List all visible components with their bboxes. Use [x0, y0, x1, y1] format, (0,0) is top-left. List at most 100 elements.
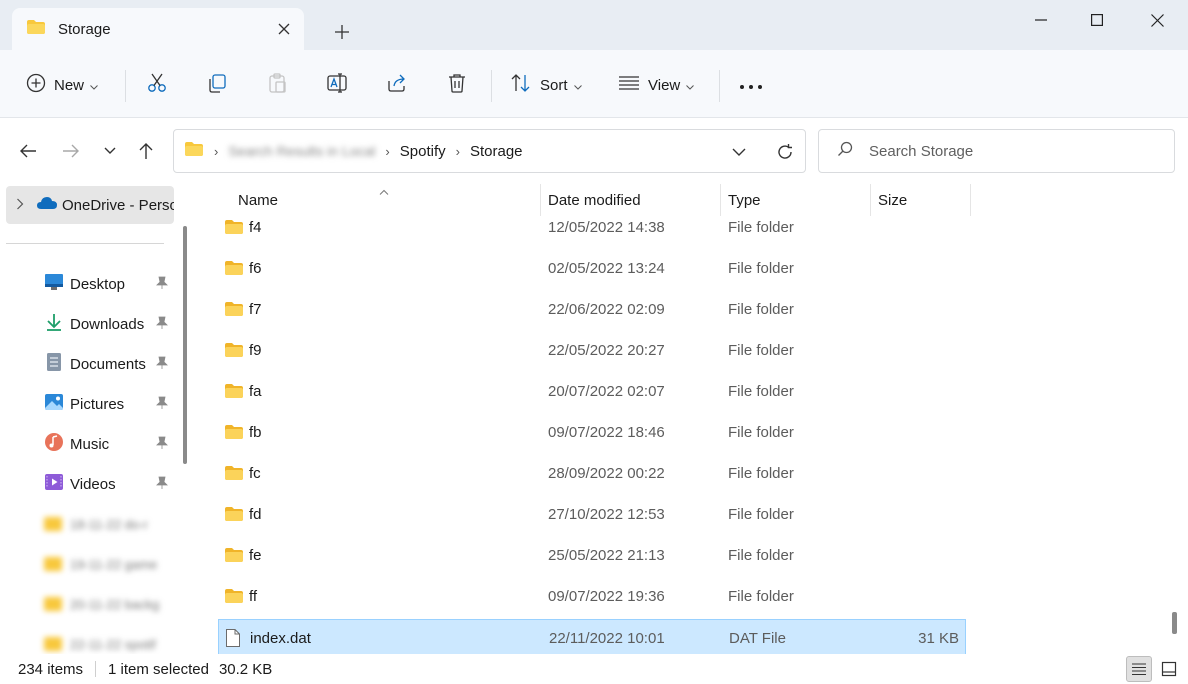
- folder-icon: [224, 455, 244, 491]
- file-date-modified: 20/07/2022 02:07: [548, 382, 665, 400]
- folder-icon: [44, 517, 62, 531]
- file-row[interactable]: index.dat 22/11/2022 10:01 DAT File 31 KB: [218, 619, 966, 654]
- search-field[interactable]: Search Storage: [818, 129, 1175, 173]
- more-options-button[interactable]: [739, 70, 763, 100]
- maximize-icon[interactable]: [1074, 6, 1120, 34]
- copy-button[interactable]: [206, 70, 228, 100]
- breadcrumb-hidden[interactable]: Search Results in Local: [228, 143, 375, 159]
- file-type: File folder: [728, 505, 794, 523]
- tiles-view-icon[interactable]: [1156, 656, 1182, 682]
- file-date-modified: 02/05/2022 13:24: [548, 259, 665, 277]
- rename-button[interactable]: [326, 70, 348, 100]
- sidebar-item-pictures[interactable]: Pictures: [0, 386, 176, 422]
- pin-icon[interactable]: [156, 356, 168, 374]
- pin-icon[interactable]: [156, 316, 168, 334]
- sidebar-item-downloads[interactable]: Downloads: [0, 306, 176, 342]
- file-type: File folder: [728, 259, 794, 277]
- file-row[interactable]: fa 20/07/2022 02:07 File folder: [218, 373, 966, 409]
- up-arrow-icon[interactable]: [132, 138, 160, 164]
- delete-button[interactable]: [446, 70, 468, 100]
- breadcrumb-spotify[interactable]: Spotify: [400, 143, 446, 160]
- file-row[interactable]: f7 22/06/2022 02:09 File folder: [218, 291, 966, 327]
- sidebar-item-onedrive[interactable]: OneDrive - Perso: [6, 186, 174, 224]
- new-tab-icon[interactable]: [330, 20, 354, 44]
- rename-icon: [326, 72, 348, 98]
- file-row[interactable]: fc 28/09/2022 00:22 File folder: [218, 455, 966, 491]
- picture-icon: [44, 392, 64, 416]
- view-button[interactable]: View: [618, 70, 695, 100]
- desktop-icon: [44, 273, 64, 295]
- file-name: fa: [249, 382, 262, 400]
- sidebar-item-hidden[interactable]: 22-11-22 spotif: [44, 634, 174, 654]
- file-row[interactable]: ff 09/07/2022 19:36 File folder: [218, 578, 966, 614]
- pin-icon[interactable]: [156, 476, 168, 494]
- forward-arrow-icon[interactable]: [57, 138, 85, 164]
- breadcrumb-separator-icon: ›: [385, 143, 390, 159]
- pin-icon[interactable]: [156, 276, 168, 294]
- details-view-icon[interactable]: [1126, 656, 1152, 682]
- plus-circle-icon: [26, 73, 46, 97]
- address-dropdown-icon[interactable]: [727, 140, 751, 164]
- column-divider[interactable]: [970, 184, 971, 216]
- pin-icon[interactable]: [156, 436, 168, 454]
- folder-icon: [224, 373, 244, 409]
- video-icon: [44, 472, 64, 496]
- breadcrumb-storage[interactable]: Storage: [470, 143, 523, 160]
- sidebar-item-desktop[interactable]: Desktop: [0, 266, 176, 302]
- paste-button[interactable]: [266, 70, 288, 100]
- folder-icon: [224, 332, 244, 368]
- share-icon: [386, 72, 408, 98]
- sidebar-item-hidden[interactable]: 19-11-22 game: [44, 554, 174, 574]
- file-list-scrollbar[interactable]: [1172, 612, 1177, 634]
- file-row[interactable]: fd 27/10/2022 12:53 File folder: [218, 496, 966, 532]
- new-button[interactable]: New: [26, 70, 98, 100]
- folder-icon: [44, 637, 62, 651]
- more-icon: [739, 77, 763, 94]
- sidebar-item-videos[interactable]: Videos: [0, 466, 176, 502]
- divider: [719, 70, 720, 102]
- cut-button[interactable]: [146, 70, 168, 100]
- address-bar[interactable]: › Search Results in Local › Spotify › St…: [173, 129, 806, 173]
- trash-icon: [446, 72, 468, 98]
- folder-icon: [224, 250, 244, 286]
- file-date-modified: 28/09/2022 00:22: [548, 464, 665, 482]
- pin-icon[interactable]: [156, 396, 168, 414]
- file-row[interactable]: fe 25/05/2022 21:13 File folder: [218, 537, 966, 573]
- share-button[interactable]: [386, 70, 408, 100]
- recent-locations-chevron-icon[interactable]: [96, 138, 124, 164]
- file-name: fd: [249, 505, 262, 523]
- file-row[interactable]: fb 09/07/2022 18:46 File folder: [218, 414, 966, 450]
- selection-count: 1 item selected: [108, 660, 209, 678]
- file-row[interactable]: f9 22/05/2022 20:27 File folder: [218, 332, 966, 368]
- sidebar-item-hidden[interactable]: 18-11-22 do-r: [44, 514, 174, 534]
- folder-icon: [26, 19, 46, 39]
- music-icon: [44, 432, 64, 456]
- file-date-modified: 09/07/2022 19:36: [548, 587, 665, 605]
- sidebar-item-label: Videos: [70, 475, 116, 493]
- folder-icon: [224, 496, 244, 532]
- file-row[interactable]: f4 12/05/2022 14:38 File folder: [218, 209, 966, 245]
- divider: [95, 661, 97, 677]
- refresh-icon[interactable]: [773, 140, 797, 164]
- folder-icon: [224, 209, 244, 245]
- sidebar-item-label: Music: [70, 435, 110, 453]
- file-row[interactable]: f6 02/05/2022 13:24 File folder: [218, 250, 966, 286]
- sort-button[interactable]: Sort: [510, 70, 582, 100]
- sidebar-item-documents[interactable]: Documents: [0, 346, 176, 382]
- sort-icon: [510, 73, 532, 97]
- close-tab-icon[interactable]: [274, 19, 294, 39]
- sidebar-item-hidden[interactable]: 20-11-22 backg: [44, 594, 174, 614]
- tab-storage[interactable]: Storage: [12, 8, 304, 50]
- chevron-right-icon[interactable]: [16, 197, 24, 214]
- close-window-icon[interactable]: [1134, 6, 1180, 34]
- folder-icon: [224, 414, 244, 450]
- sidebar-item-music[interactable]: Music: [0, 426, 176, 462]
- minimize-icon[interactable]: [1018, 6, 1064, 34]
- file-date-modified: 12/05/2022 14:38: [548, 218, 665, 236]
- new-label: New: [54, 76, 85, 94]
- clipboard-icon: [266, 72, 288, 98]
- file-name: fb: [249, 423, 262, 441]
- sidebar-scrollbar[interactable]: [183, 226, 187, 464]
- file-type: File folder: [728, 587, 794, 605]
- back-arrow-icon[interactable]: [14, 138, 42, 164]
